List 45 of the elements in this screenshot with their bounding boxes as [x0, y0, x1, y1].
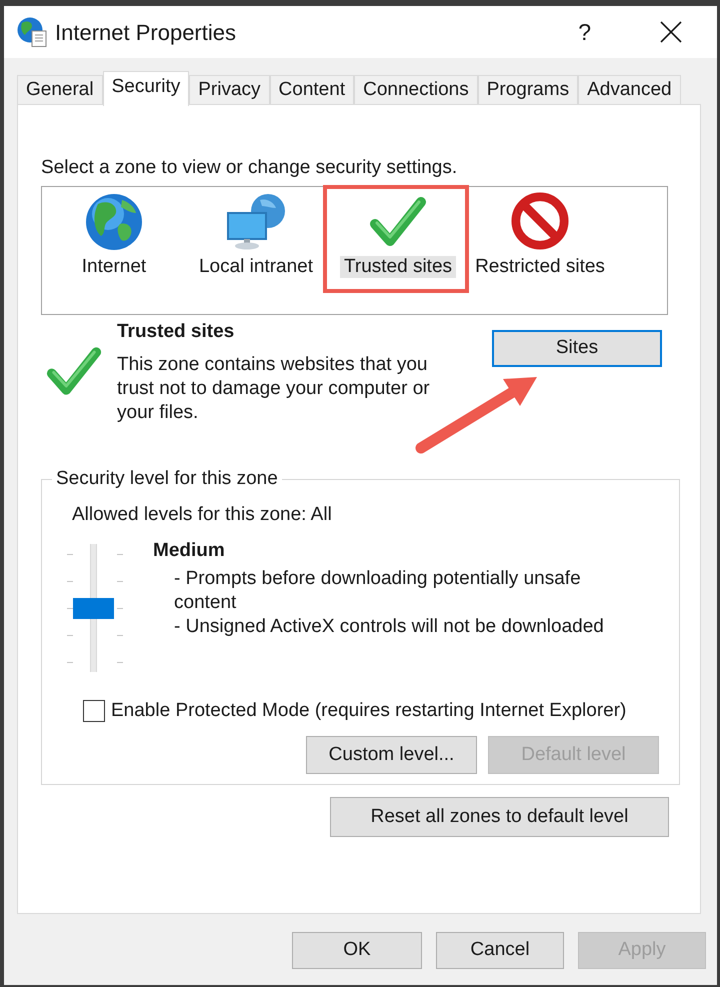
- tick-mark: [117, 581, 123, 582]
- zone-prompt: Select a zone to view or change security settings.: [41, 157, 458, 179]
- zone-item[interactable]: Trusted sites: [340, 256, 456, 278]
- globe-document-icon: [17, 17, 47, 47]
- zone-item[interactable]: Restricted sites: [471, 256, 609, 278]
- reset-zones-button[interactable]: Reset all zones to default level: [330, 797, 669, 837]
- level-button[interactable]: Custom level...: [306, 736, 477, 774]
- tick-mark: [67, 581, 73, 582]
- globe-icon: [86, 194, 142, 250]
- tab[interactable]: Security: [102, 71, 190, 106]
- tick-mark: [67, 662, 73, 663]
- monitor-globe-icon: [226, 194, 286, 250]
- checkbox-label: Enable Protected Mode (requires restarting Internet Explorer): [111, 699, 626, 723]
- close-button[interactable]: [660, 21, 682, 43]
- tab[interactable]: Connections: [354, 75, 478, 104]
- level-note: - Prompts before downloading potentially unsafe content: [174, 567, 582, 615]
- tab[interactable]: Advanced: [578, 75, 681, 104]
- help-button[interactable]: ?: [577, 18, 592, 46]
- slider-thumb[interactable]: [73, 598, 114, 618]
- tab[interactable]: Privacy: [189, 75, 270, 104]
- tab[interactable]: Content: [270, 75, 354, 104]
- tick-mark: [67, 554, 73, 555]
- tick-mark: [117, 608, 123, 609]
- tab[interactable]: General: [17, 75, 103, 104]
- zone-item[interactable]: Local intranet: [194, 256, 318, 278]
- tick-mark: [117, 662, 123, 663]
- checkbox[interactable]: [83, 700, 105, 722]
- level-name: Medium: [153, 540, 225, 562]
- zone-item[interactable]: Internet: [78, 256, 150, 278]
- tick-mark: [67, 635, 73, 636]
- tab[interactable]: Programs: [478, 75, 578, 104]
- dialog-button[interactable]: OK: [292, 932, 422, 969]
- zone-description: This zone contains websites that you trust not to damage your computer or your files.: [117, 353, 431, 425]
- dialog-button[interactable]: Cancel: [436, 932, 564, 969]
- group-legend: Security level for this zone: [52, 468, 282, 490]
- close-icon: [660, 21, 682, 43]
- tick-mark: [117, 554, 123, 555]
- zone-title: Trusted sites: [117, 321, 234, 343]
- prohibited-icon: [511, 192, 569, 250]
- allowed-levels-text: Allowed levels for this zone: All: [72, 504, 332, 526]
- level-note: - Unsigned ActiveX controls will not be downloaded: [174, 615, 605, 639]
- tick-mark: [67, 608, 73, 609]
- window-title: Internet Properties: [55, 18, 236, 47]
- sites-button[interactable]: Sites: [492, 330, 662, 367]
- tick-mark: [117, 635, 123, 636]
